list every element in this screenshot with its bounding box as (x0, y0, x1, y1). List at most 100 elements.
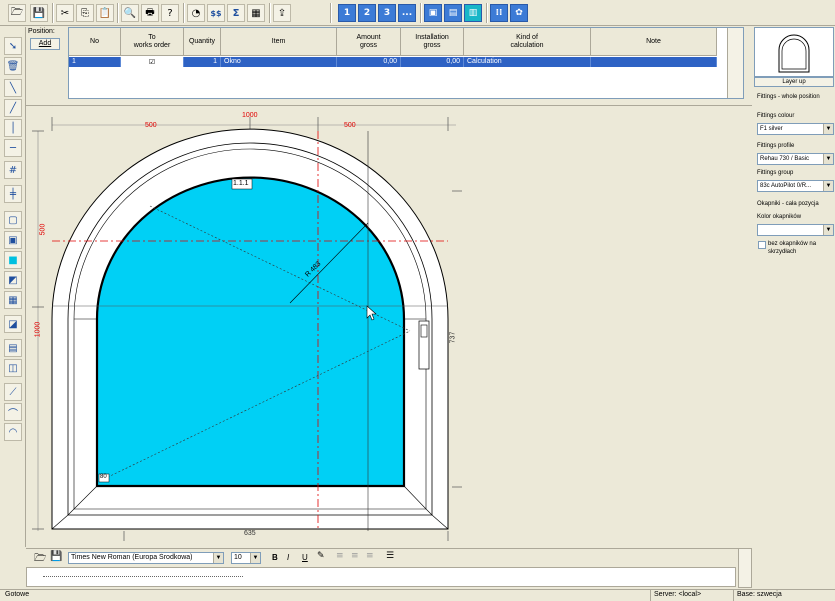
diagonal-line-2-icon[interactable]: ╱ (4, 99, 22, 117)
chevron-down-icon[interactable]: ▼ (823, 124, 833, 134)
frame-icon[interactable]: ▣ (424, 4, 442, 22)
glass-tool-icon[interactable]: ■ (4, 251, 22, 269)
view-3-button[interactable]: 3 (378, 4, 396, 22)
position-label: Position: (28, 28, 55, 35)
cell-note (591, 57, 717, 67)
prices-icon[interactable]: $$ (207, 4, 225, 22)
format-toolbar: 🗁 💾 Times New Roman (Europa Środkowa) ▼ 1… (26, 548, 752, 566)
status-text: Gotowe (5, 591, 30, 598)
profile-tool-icon[interactable]: ◫ (4, 359, 22, 377)
ruler (43, 571, 243, 577)
chevron-down-icon[interactable]: ▼ (823, 225, 833, 235)
fittings-colour-label: Fittings colour (757, 113, 795, 119)
chevron-down-icon[interactable]: ▼ (823, 181, 833, 191)
grid-icon[interactable]: ⁞⁞ (490, 4, 508, 22)
align-right-icon[interactable]: ≡ (366, 551, 374, 561)
chevron-down-icon[interactable]: ▼ (250, 553, 260, 563)
drawing-canvas[interactable]: 1000 500 500 1000 500 737 635 1.1.1 R 48… (26, 105, 752, 545)
dim-top-total: 1000 (242, 112, 258, 119)
col-note[interactable]: Note (591, 28, 717, 56)
cross-grid-icon[interactable]: # (4, 161, 22, 179)
dim-left-total: 1000 (34, 321, 42, 338)
sum-icon[interactable]: Σ (227, 4, 245, 22)
export-icon[interactable]: ⇪ (273, 4, 291, 22)
bug-icon[interactable]: ✿ (510, 4, 528, 22)
col-amount-gross[interactable]: Amount gross (337, 28, 401, 56)
add-position-button[interactable]: Add (30, 38, 60, 50)
properties-panel: Layer up Fittings - whole position Fitti… (752, 27, 835, 587)
vertical-line-icon[interactable]: │ (4, 119, 22, 137)
copy-icon[interactable]: ⎘ (76, 4, 94, 22)
table-row[interactable]: 1 ☑ 1 Okno 0,00 0,00 Calculation (69, 57, 717, 67)
col-to-works-order[interactable]: To works order (121, 28, 184, 56)
open-folder-icon[interactable]: 🗁 (34, 551, 46, 568)
dim-bottom: 635 (244, 530, 256, 537)
col-quantity[interactable]: Quantity (184, 28, 221, 56)
glass-icon[interactable]: ▥ (464, 4, 482, 22)
col-kind-of-calculation[interactable]: Kind of calculation (464, 28, 591, 56)
view-1-button[interactable]: 1 (338, 4, 356, 22)
view-2-button[interactable]: 2 (358, 4, 376, 22)
sash-tool-icon[interactable]: ▣ (4, 231, 22, 249)
chevron-down-icon[interactable]: ▼ (213, 553, 223, 563)
save-icon[interactable]: 💾 (50, 551, 62, 562)
fittings-profile-select[interactable]: Rehau 730 / Basic ▼ (757, 153, 834, 165)
table-scrollbar[interactable] (727, 28, 743, 98)
paste-icon[interactable]: 📋 (96, 4, 114, 22)
chevron-down-icon[interactable]: ▼ (823, 154, 833, 164)
preview-icon[interactable]: 🔍 (121, 4, 139, 22)
works-order-checkbox[interactable]: ☑ (121, 57, 184, 67)
split-icon[interactable]: ╪ (4, 185, 22, 203)
no-drip-checkbox[interactable] (758, 241, 766, 249)
highlight-icon[interactable]: ✎ (317, 551, 325, 561)
sash-icon[interactable]: ▤ (444, 4, 462, 22)
calculate-icon[interactable]: ◔ (187, 4, 205, 22)
fittings-group-select[interactable]: 83c AutoPilot 0/R... ▼ (757, 180, 834, 192)
pointer-icon[interactable]: ➘ (4, 37, 22, 55)
font-size-select[interactable]: 10 ▼ (231, 552, 261, 564)
align-left-icon[interactable]: ≡ (336, 551, 344, 561)
horizontal-line-icon[interactable]: ─ (4, 139, 22, 157)
server-status: Server: <local> (650, 590, 701, 601)
fittings-profile-label: Fittings profile (757, 143, 795, 149)
open-folder-icon[interactable]: 🗁 (8, 4, 26, 22)
panel-tool-icon[interactable]: ◩ (4, 271, 22, 289)
okapniki-title: Okapniki - cała pozycja (757, 201, 819, 207)
sash-label[interactable]: 1.1.1 (233, 180, 249, 187)
bars-tool-icon[interactable]: ▦ (4, 291, 22, 309)
cell-kind: Calculation (464, 57, 591, 67)
align-center-icon[interactable]: ≡ (351, 551, 359, 561)
kolor-okapnikow-label: Kolor okapników (757, 214, 802, 220)
underline-button[interactable]: U (302, 553, 308, 562)
layer-preview (754, 27, 834, 77)
frame-tool-icon[interactable]: ▢ (4, 211, 22, 229)
col-item[interactable]: Item (221, 28, 337, 56)
note-editor[interactable] (26, 567, 736, 587)
italic-button[interactable]: I (287, 553, 289, 562)
status-bar: Gotowe Server: <local> Base: szwecja (0, 589, 835, 601)
layout-tool-icon[interactable]: ▤ (4, 339, 22, 357)
cell-amount-gross: 0,00 (337, 57, 401, 67)
table-icon[interactable]: ▦ (247, 4, 265, 22)
print-icon[interactable]: 🖶 (141, 4, 159, 22)
font-name-select[interactable]: Times New Roman (Europa Środkowa) ▼ (68, 552, 224, 564)
curve-tool-icon[interactable]: ⌒ (4, 403, 22, 421)
cell-quantity: 1 (184, 57, 221, 67)
layer-up-button[interactable]: Layer up (754, 77, 834, 87)
delete-icon[interactable]: 🗑 (4, 57, 22, 75)
col-no[interactable]: No (69, 28, 121, 56)
fittings-colour-select[interactable]: F1 silver ▼ (757, 123, 834, 135)
bold-button[interactable]: B (272, 553, 278, 562)
note-scrollbar[interactable] (738, 548, 752, 588)
slope-tool-icon[interactable]: ⟋ (4, 383, 22, 401)
kolor-okapnikow-select[interactable]: ▼ (757, 224, 834, 236)
bullets-icon[interactable]: ☰ (386, 551, 394, 561)
diagonal-line-icon[interactable]: ╲ (4, 79, 22, 97)
save-icon[interactable]: 💾 (30, 4, 48, 22)
help-icon[interactable]: ? (161, 4, 179, 22)
arc-tool-icon[interactable]: ◠ (4, 423, 22, 441)
col-installation-gross[interactable]: Installation gross (401, 28, 464, 56)
cut-icon[interactable]: ✂ (56, 4, 74, 22)
shape-tool-icon[interactable]: ◪ (4, 315, 22, 333)
view-more-button[interactable]: ... (398, 4, 416, 22)
